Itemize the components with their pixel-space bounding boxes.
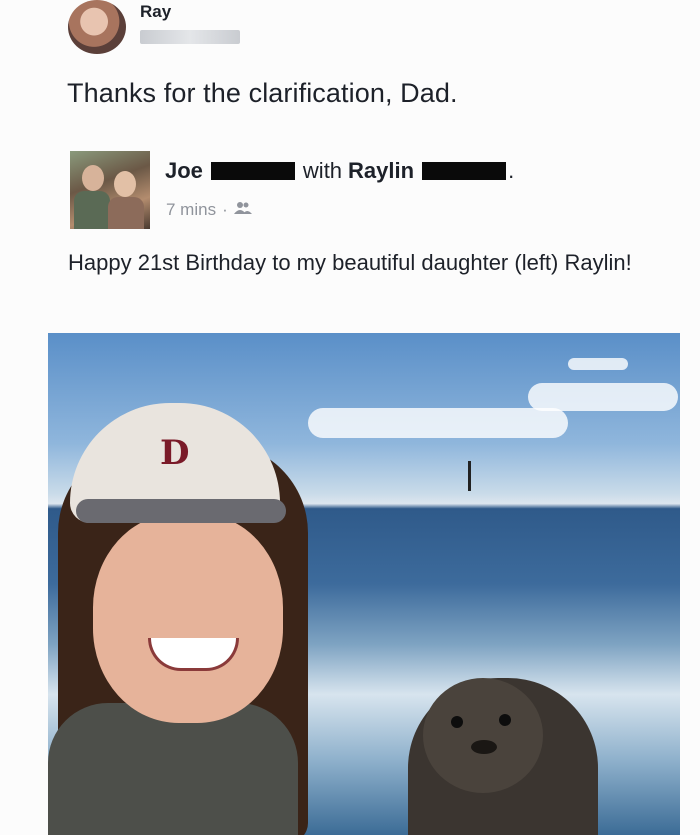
friends-icon <box>233 200 252 220</box>
blurred-info <box>140 30 240 44</box>
commenter-subline <box>140 30 240 44</box>
period: . <box>508 158 515 183</box>
face <box>93 513 283 723</box>
poster-name[interactable]: Joe <box>165 158 203 184</box>
commenter-avatar[interactable] <box>68 0 126 54</box>
nose <box>471 740 497 754</box>
post-timestamp[interactable]: 7 mins <box>166 200 216 220</box>
cap-brim <box>76 499 286 523</box>
poster-avatar[interactable] <box>70 151 150 229</box>
redaction-bar <box>210 162 295 180</box>
post-photo[interactable]: D <box>48 333 680 835</box>
eye-icon <box>499 714 511 726</box>
post-header: Joe with Raylin . <box>165 158 514 184</box>
cloud <box>568 358 628 370</box>
tagged-name[interactable]: Raylin <box>348 158 414 184</box>
post-text: Happy 21st Birthday to my beautiful daug… <box>68 250 632 275</box>
meta-separator: · <box>222 200 228 219</box>
cloud <box>308 408 568 438</box>
redaction-bar <box>422 162 507 180</box>
commenter-name[interactable]: Ray <box>140 2 171 22</box>
sailboat <box>468 461 471 491</box>
comment-text: Thanks for the clarification, Dad. <box>67 78 458 108</box>
post-meta: 7 mins · <box>166 200 252 220</box>
cap-logo: D <box>160 433 190 473</box>
cap: D <box>70 403 286 523</box>
with-label: with <box>302 158 343 183</box>
cloud <box>528 383 678 411</box>
eye-icon <box>451 716 463 728</box>
sea-lion-head <box>423 678 543 793</box>
